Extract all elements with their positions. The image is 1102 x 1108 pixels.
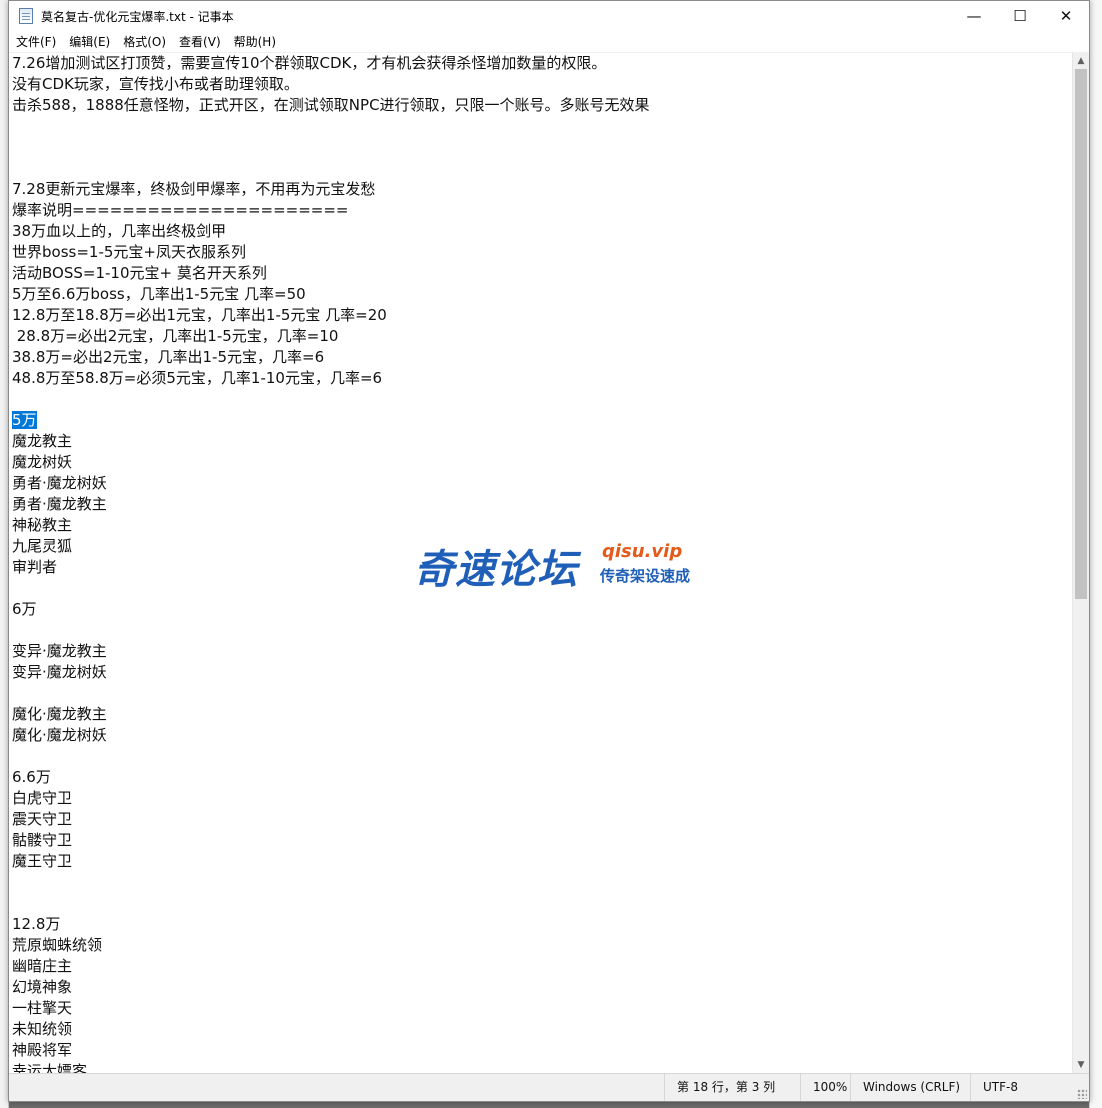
notepad-window: 莫名复古-优化元宝爆率.txt - 记事本 — ☐ ✕ 文件(F) 编辑(E) … xyxy=(8,0,1090,1102)
text-line[interactable]: 48.8万至58.8万=必须5元宝，几率1-10元宝，几率=6 xyxy=(9,368,1072,389)
text-line[interactable]: 38万血以上的，几率出终极剑甲 xyxy=(9,221,1072,242)
text-line[interactable]: 没有CDK玩家，宣传找小布或者助理领取。 xyxy=(9,74,1072,95)
text-line[interactable]: 爆率说明====================== xyxy=(9,200,1072,221)
line-ending: Windows (CRLF) xyxy=(850,1074,960,1101)
text-line[interactable] xyxy=(9,872,1072,893)
watermark-logo: 奇速论坛 qisu.vip 传奇架设速成 xyxy=(414,531,704,593)
text-line[interactable] xyxy=(9,137,1072,158)
text-line[interactable]: 骷髅守卫 xyxy=(9,830,1072,851)
chevron-up-icon[interactable]: ▲ xyxy=(1073,52,1089,69)
status-bar: 第 18 行，第 3 列 100% Windows (CRLF) UTF-8 xyxy=(9,1073,1089,1101)
text-line[interactable]: 变异·魔龙教主 xyxy=(9,641,1072,662)
text-line[interactable]: 幽暗庄主 xyxy=(9,956,1072,977)
cursor-position: 第 18 行，第 3 列 xyxy=(664,1074,775,1101)
text-line[interactable] xyxy=(9,158,1072,179)
text-line[interactable] xyxy=(9,116,1072,137)
text-line[interactable]: 魔化·魔龙树妖 xyxy=(9,725,1072,746)
watermark-url: qisu.vip xyxy=(602,541,683,562)
text-line[interactable]: 变异·魔龙树妖 xyxy=(9,662,1072,683)
background-window-right xyxy=(1089,0,1102,1108)
watermark-sub: 传奇架设速成 xyxy=(600,567,691,585)
text-line[interactable]: 勇者·魔龙教主 xyxy=(9,494,1072,515)
text-line[interactable]: 魔龙教主 xyxy=(9,431,1072,452)
text-line[interactable]: 7.26增加测试区打顶赞，需要宣传10个群领取CDK，才有机会获得杀怪增加数量的… xyxy=(9,53,1072,74)
chevron-down-icon[interactable]: ▼ xyxy=(1073,1056,1089,1073)
minimize-button[interactable]: — xyxy=(951,1,997,31)
notepad-icon[interactable] xyxy=(19,8,33,24)
text-line[interactable]: 活动BOSS=1-10元宝+ 莫名开天系列 xyxy=(9,263,1072,284)
window-controls: — ☐ ✕ xyxy=(951,1,1089,31)
scrollbar-thumb[interactable] xyxy=(1075,69,1087,599)
text-line[interactable]: 击杀588，1888任意怪物，正式开区，在测试领取NPC进行领取，只限一个账号。… xyxy=(9,95,1072,116)
text-line[interactable]: 一柱擎天 xyxy=(9,998,1072,1019)
text-line[interactable]: 世界boss=1-5元宝+凤天衣服系列 xyxy=(9,242,1072,263)
text-line[interactable]: 白虎守卫 xyxy=(9,788,1072,809)
menu-bar: 文件(F) 编辑(E) 格式(O) 查看(V) 帮助(H) xyxy=(9,31,1089,51)
menu-format[interactable]: 格式(O) xyxy=(117,33,172,50)
text-line[interactable]: 震天守卫 xyxy=(9,809,1072,830)
resize-grip-icon[interactable] xyxy=(1077,1089,1087,1099)
selected-text[interactable]: 5万 xyxy=(12,411,37,429)
text-line[interactable] xyxy=(9,893,1072,914)
window-title: 莫名复古-优化元宝爆率.txt - 记事本 xyxy=(41,9,234,24)
text-line[interactable]: 5万至6.6万boss，几率出1-5元宝 几率=50 xyxy=(9,284,1072,305)
menu-view[interactable]: 查看(V) xyxy=(173,33,227,50)
text-line[interactable] xyxy=(9,683,1072,704)
text-line[interactable] xyxy=(9,746,1072,767)
text-line[interactable]: 荒原蜘蛛统领 xyxy=(9,935,1072,956)
maximize-button[interactable]: ☐ xyxy=(997,1,1043,31)
text-line[interactable]: 6.6万 xyxy=(9,767,1072,788)
title-bar[interactable]: 莫名复古-优化元宝爆率.txt - 记事本 — ☐ ✕ xyxy=(9,1,1089,31)
text-line[interactable]: 幻境神象 xyxy=(9,977,1072,998)
close-button[interactable]: ✕ xyxy=(1043,1,1089,31)
menu-edit[interactable]: 编辑(E) xyxy=(63,33,116,50)
menu-help[interactable]: 帮助(H) xyxy=(228,33,282,50)
text-line[interactable]: 12.8万至18.8万=必出1元宝，几率出1-5元宝 几率=20 xyxy=(9,305,1072,326)
text-line[interactable]: 神殿将军 xyxy=(9,1040,1072,1061)
menu-file[interactable]: 文件(F) xyxy=(10,33,62,50)
text-line[interactable]: 6万 xyxy=(9,599,1072,620)
zoom-level: 100% xyxy=(800,1074,847,1101)
text-line[interactable]: 12.8万 xyxy=(9,914,1072,935)
text-line[interactable] xyxy=(9,620,1072,641)
text-line[interactable] xyxy=(9,389,1072,410)
text-line[interactable]: 未知统领 xyxy=(9,1019,1072,1040)
text-line[interactable]: 魔化·魔龙教主 xyxy=(9,704,1072,725)
text-line[interactable]: 38.8万=必出2元宝，几率出1-5元宝，几率=6 xyxy=(9,347,1072,368)
text-line[interactable]: 28.8万=必出2元宝，几率出1-5元宝，几率=10 xyxy=(9,326,1072,347)
encoding: UTF-8 xyxy=(970,1074,1018,1101)
watermark-main: 奇速论坛 xyxy=(414,547,578,593)
vertical-scrollbar[interactable]: ▲ ▼ xyxy=(1072,52,1089,1073)
text-line[interactable]: 7.28更新元宝爆率，终极剑甲爆率，不用再为元宝发愁 xyxy=(9,179,1072,200)
text-line[interactable]: 魔王守卫 xyxy=(9,851,1072,872)
text-line[interactable]: 魔龙树妖 xyxy=(9,452,1072,473)
text-line[interactable]: 勇者·魔龙树妖 xyxy=(9,473,1072,494)
text-line[interactable]: 幸运大嫖客 xyxy=(9,1061,1072,1073)
text-line[interactable]: 5万 xyxy=(9,410,1072,431)
